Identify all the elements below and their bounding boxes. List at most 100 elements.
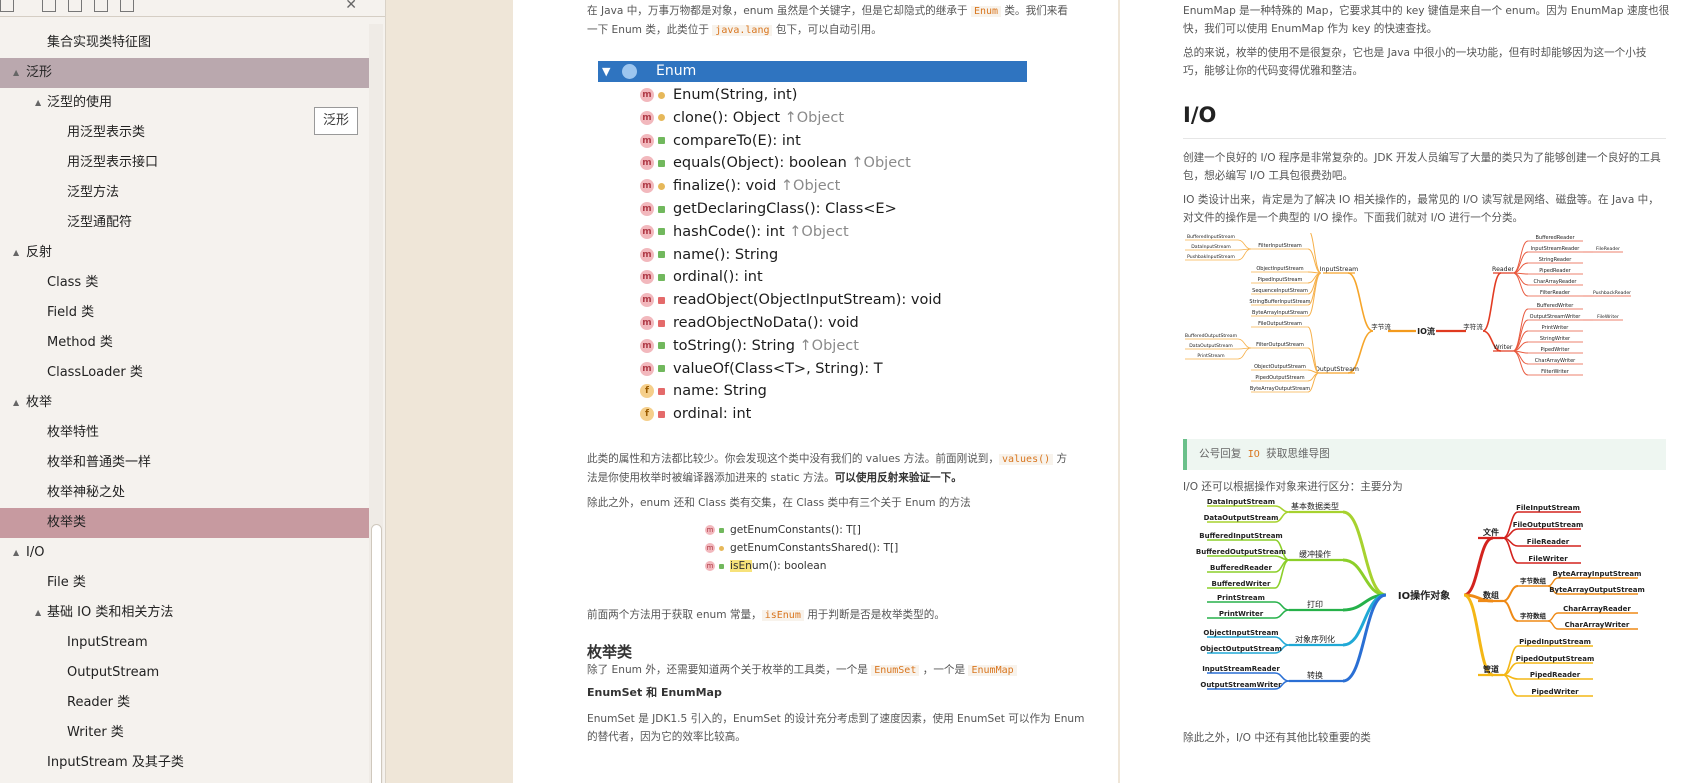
- expand-twisty-icon[interactable]: ▲: [35, 598, 41, 628]
- structure-member[interactable]: m finalize(): void ↑Object: [640, 175, 840, 197]
- sidebar-item[interactable]: 枚举神秘之处: [0, 478, 370, 508]
- sidebar-item-label: ClassLoader 类: [47, 365, 143, 380]
- sidebar-item[interactable]: ▲ 泛形: [0, 58, 370, 88]
- member-signature: readObjectNoData(): void: [673, 315, 859, 331]
- mindmap-label: ByteArrayInputStream: [1553, 570, 1642, 578]
- heading-enumset-enummap: EnumSet 和 EnumMap: [587, 686, 722, 699]
- visibility-icon: [658, 251, 665, 259]
- sidebar-item-label: Field 类: [47, 305, 95, 320]
- structure-header[interactable]: ▼ Enum: [598, 61, 1027, 82]
- sidebar-item-label: 泛型通配符: [67, 215, 133, 230]
- method-icon: m: [640, 110, 654, 125]
- method-icon: m: [640, 224, 654, 239]
- class-method-row: m isEnum(): boolean: [705, 557, 826, 575]
- sidebar-item[interactable]: 泛型通配符: [0, 208, 370, 238]
- sidebar-item[interactable]: 泛型方法: [0, 178, 370, 208]
- callout-box: 公号回复 IO 获取思维导图: [1183, 439, 1666, 470]
- structure-member[interactable]: m equals(Object): boolean ↑Object: [640, 152, 911, 174]
- mindmap-label: FileReader: [1527, 538, 1570, 546]
- sidebar-item[interactable]: ClassLoader 类: [0, 358, 370, 388]
- inherited-from: ↑Object: [846, 155, 911, 172]
- mindmap-branch: [1342, 593, 1387, 683]
- mindmap-label: 字节流: [1371, 322, 1391, 331]
- visibility-icon: [658, 114, 665, 122]
- copy-icon[interactable]: [42, 0, 56, 12]
- sidebar-item[interactable]: 枚举和普通类一样: [0, 448, 370, 478]
- intro-paragraph: 在 Java 中，万事万物都是对象，enum 虽然是个关键字，但是它却隐式的继承…: [587, 2, 1068, 40]
- expand-triangle-icon[interactable]: ▼: [602, 61, 610, 82]
- expand-twisty-icon[interactable]: ▲: [13, 58, 19, 88]
- enum-structure-panel: ▼ Enum m Enum(String, int) m clone(): Objec…: [598, 61, 1027, 426]
- expand-twisty-icon[interactable]: ▲: [35, 88, 41, 118]
- member-signature: name(): String: [673, 246, 779, 263]
- expand-twisty-icon[interactable]: ▲: [13, 388, 19, 418]
- structure-member[interactable]: m readObject(ObjectInputStream): void: [640, 289, 942, 311]
- structure-member[interactable]: m compareTo(E): int: [640, 130, 801, 152]
- para-enum-tools: 除了 Enum 外，还需要知道两个关于枚举的工具类，一个是 EnumSet ，一…: [587, 661, 1017, 680]
- sidebar-item-label: 基础 IO 类和相关方法: [47, 605, 174, 620]
- bookmark-icon[interactable]: [120, 0, 134, 12]
- text-span: 在 Java 中，万事万物都是对象，enum 虽然是个关键字，但是它却隐式的继承…: [587, 5, 971, 17]
- sidebar-item[interactable]: OutputStream: [0, 658, 370, 688]
- structure-member[interactable]: m valueOf(Class<T>, String): T: [640, 358, 883, 380]
- expand-twisty-icon[interactable]: ▲: [13, 538, 19, 568]
- sidebar-item[interactable]: Writer 类: [0, 718, 370, 748]
- mindmap-label: CharArrayReader: [1534, 279, 1578, 285]
- field-icon: f: [640, 384, 654, 399]
- structure-member[interactable]: m getDeclaringClass(): Class<E>: [640, 198, 897, 220]
- mindmap-label: FilterReader: [1540, 290, 1571, 296]
- inherited-from: ↑Object: [780, 109, 844, 126]
- mindmap-label: FileWriter: [1597, 314, 1619, 320]
- para-enumset: EnumSet 是 JDK1.5 引入的，EnumSet 的设计充分考虑到了速度…: [587, 710, 1084, 746]
- duplicate-icon[interactable]: [68, 0, 82, 12]
- structure-member[interactable]: m readObjectNoData(): void: [640, 312, 859, 334]
- mindmap-label: 转换: [1307, 670, 1323, 680]
- sidebar-item[interactable]: 集合实现类特征图: [0, 28, 370, 58]
- sidebar-item[interactable]: 枚举类: [0, 508, 370, 538]
- mindmap-label: 字符流: [1463, 322, 1483, 331]
- structure-member[interactable]: m toString(): String ↑Object: [640, 335, 859, 357]
- structure-member[interactable]: m clone(): Object ↑Object: [640, 107, 844, 129]
- mindmap-branch: [1274, 609, 1290, 619]
- sidebar-item[interactable]: ▲ I/O: [0, 538, 370, 568]
- mindmap-label: CharArrayWriter: [1565, 621, 1630, 629]
- mindmap-label: ByteArrayInputStream: [1252, 310, 1308, 316]
- collapse-icon[interactable]: [0, 0, 14, 12]
- structure-member[interactable]: m Enum(String, int): [640, 84, 797, 106]
- structure-member[interactable]: m hashCode(): int ↑Object: [640, 221, 849, 243]
- sidebar-item[interactable]: Reader 类: [0, 688, 370, 718]
- sidebar-item[interactable]: 枚举特性: [0, 418, 370, 448]
- member-signature: name: String: [673, 383, 767, 400]
- text-span: 的替代者，因为它的效率比较高。: [587, 731, 746, 743]
- scrollbar-thumb[interactable]: [371, 524, 382, 783]
- export-icon[interactable]: [94, 0, 108, 12]
- sidebar-item[interactable]: File 类: [0, 568, 370, 598]
- inline-code: isEnum: [761, 610, 804, 621]
- sidebar-item[interactable]: Method 类: [0, 328, 370, 358]
- close-icon[interactable]: ✕: [345, 0, 357, 13]
- mindmap-branch: [1274, 505, 1290, 513]
- member-signature: getDeclaringClass(): Class<E>: [673, 201, 897, 217]
- sidebar-item[interactable]: 用泛型表示接口: [0, 148, 370, 178]
- highlighted-text: isEn: [730, 560, 752, 572]
- sidebar-item[interactable]: ▲ 基础 IO 类和相关方法: [0, 598, 370, 628]
- sidebar-scrollbar[interactable]: [369, 24, 383, 783]
- mindmap-label: PipedReader: [1530, 671, 1581, 679]
- structure-member[interactable]: f ordinal: int: [640, 403, 751, 425]
- structure-member[interactable]: m ordinal(): int: [640, 266, 763, 288]
- sidebar-item[interactable]: InputStream: [0, 628, 370, 658]
- sidebar-item[interactable]: InputStream 及其子类: [0, 748, 370, 778]
- mindmap-label: FileReader: [1596, 246, 1620, 252]
- mindmap-label: PipedInputStream: [1258, 277, 1303, 283]
- sidebar-item[interactable]: Field 类: [0, 298, 370, 328]
- expand-twisty-icon[interactable]: ▲: [13, 238, 19, 268]
- structure-member[interactable]: m name(): String: [640, 244, 778, 266]
- member-signature: Enum(String, int): [673, 87, 798, 103]
- sidebar-item[interactable]: ▲ 反射: [0, 238, 370, 268]
- mindmap-label: FileInputStream: [1516, 504, 1580, 512]
- mindmap-label: PipedWriter: [1531, 688, 1579, 696]
- sidebar-item[interactable]: Class 类: [0, 268, 370, 298]
- sidebar-item[interactable]: ▲ 枚举: [0, 388, 370, 418]
- structure-member[interactable]: f name: String: [640, 380, 767, 402]
- method-signature: getEnumConstants(): T[]: [730, 524, 861, 536]
